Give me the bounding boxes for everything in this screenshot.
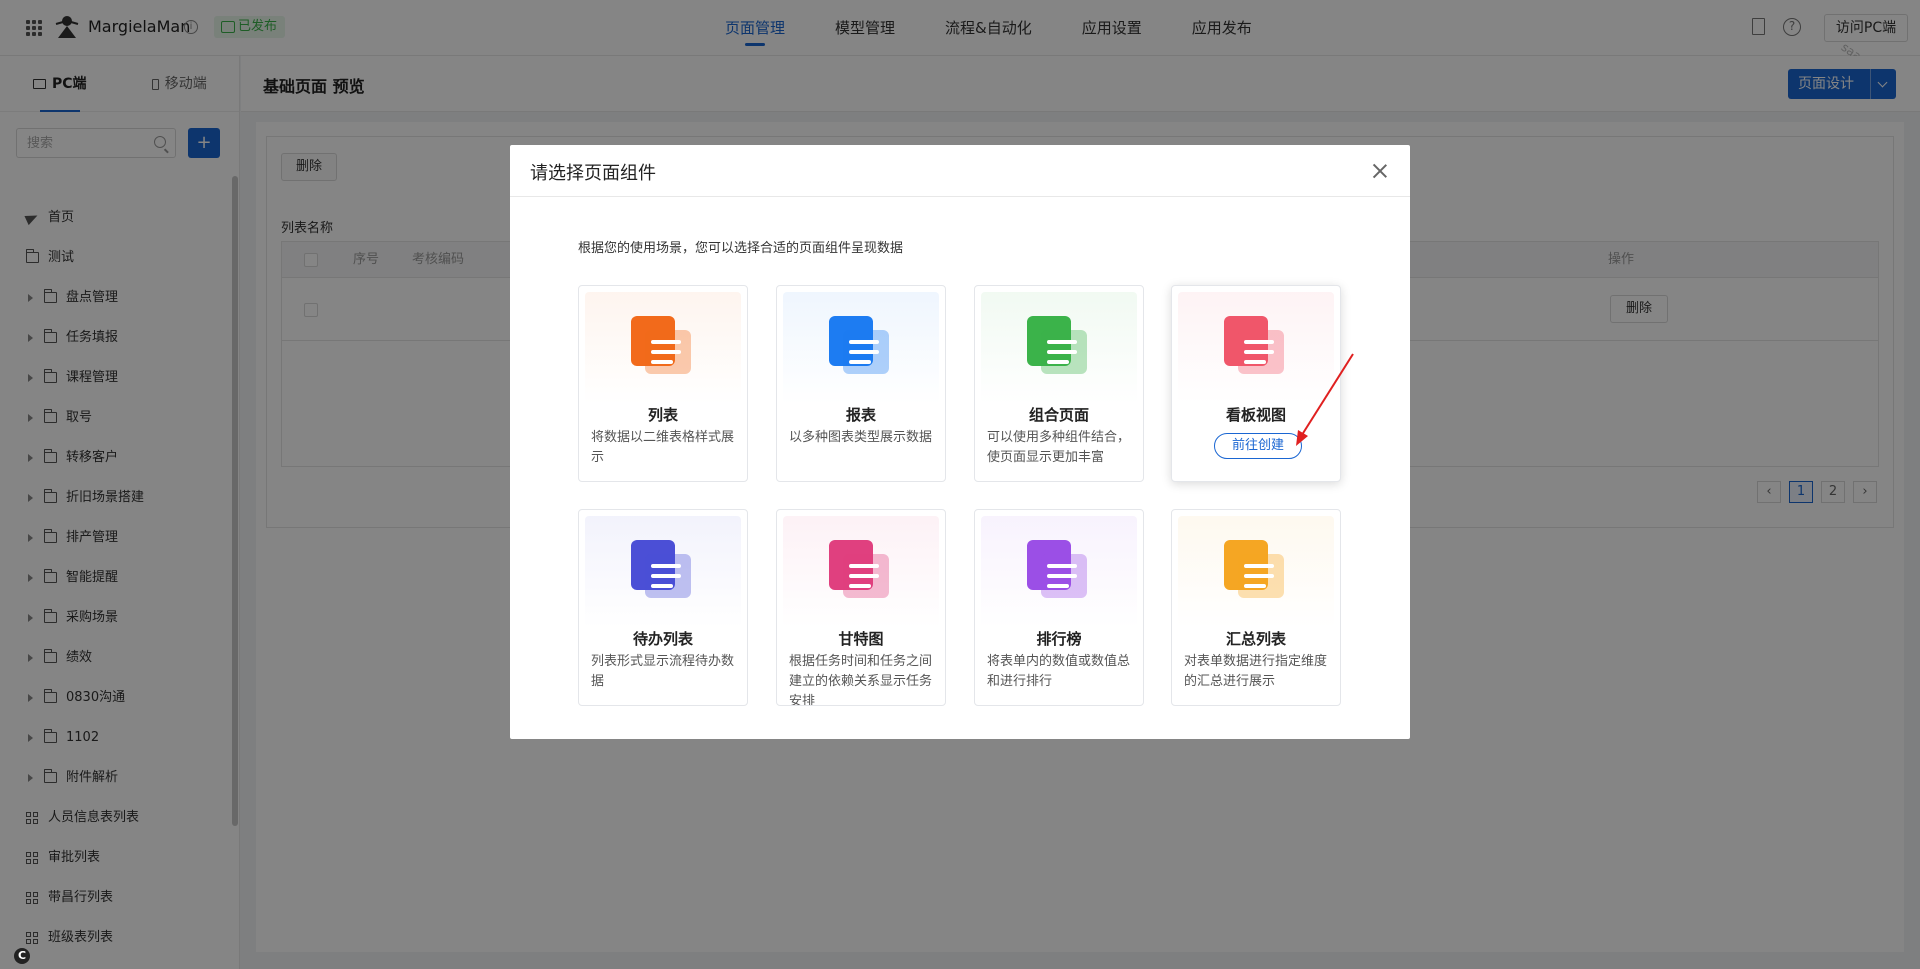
component-card[interactable]: 报表以多种图表类型展示数据 xyxy=(776,285,946,482)
component-card[interactable]: 排行榜将表单内的数值或数值总和进行排行 xyxy=(974,509,1144,706)
component-card[interactable]: 汇总列表对表单数据进行指定维度的汇总进行展示 xyxy=(1171,509,1341,706)
component-card-title: 排行榜 xyxy=(1036,630,1082,648)
component-card-description: 以多种图表类型展示数据 xyxy=(789,430,933,445)
component-card[interactable]: 列表将数据以二维表格样式展示 xyxy=(578,285,748,482)
list-icon xyxy=(585,292,741,404)
component-card-description: 可以使用多种组件结合，使页面显示更加丰富 xyxy=(987,430,1131,465)
component-card-title: 待办列表 xyxy=(632,630,693,648)
component-card-description: 将数据以二维表格样式展示 xyxy=(591,430,735,465)
corner-badge: C xyxy=(14,948,30,964)
combo-page-icon xyxy=(981,292,1137,404)
component-card-description: 将表单内的数值或数值总和进行排行 xyxy=(987,654,1131,689)
component-card[interactable]: 组合页面可以使用多种组件结合，使页面显示更加丰富 xyxy=(974,285,1144,482)
component-card-title: 列表 xyxy=(647,406,678,424)
component-card-description: 根据任务时间和任务之间建立的依赖关系显示任务安排 xyxy=(789,654,933,706)
dialog-description: 根据您的使用场景，您可以选择合适的页面组件呈现数据 xyxy=(578,241,904,256)
todo-list-icon xyxy=(585,516,741,628)
component-card-title: 组合页面 xyxy=(1028,406,1089,424)
component-card-description: 对表单数据进行指定维度的汇总进行展示 xyxy=(1184,654,1328,689)
dialog-title: 请选择页面组件 xyxy=(530,163,656,184)
component-picker-dialog: 请选择页面组件 根据您的使用场景，您可以选择合适的页面组件呈现数据 列表将数据以… xyxy=(510,145,1410,739)
report-icon xyxy=(783,292,939,404)
dialog-header: 请选择页面组件 xyxy=(510,145,1410,197)
go-create-button[interactable]: 前往创建 xyxy=(1214,433,1302,459)
summary-list-icon xyxy=(1178,516,1334,628)
annotation-arrow xyxy=(1296,353,1354,446)
component-card-title: 甘特图 xyxy=(838,630,884,648)
component-card-description: 列表形式显示流程待办数据 xyxy=(591,654,735,689)
close-icon[interactable] xyxy=(1372,163,1388,179)
component-card[interactable]: 甘特图根据任务时间和任务之间建立的依赖关系显示任务安排 xyxy=(776,509,946,706)
gantt-icon xyxy=(783,516,939,628)
component-card-title: 报表 xyxy=(845,406,876,424)
component-card[interactable]: 待办列表列表形式显示流程待办数据 xyxy=(578,509,748,706)
ranking-icon xyxy=(981,516,1137,628)
component-card-title: 汇总列表 xyxy=(1225,630,1286,648)
